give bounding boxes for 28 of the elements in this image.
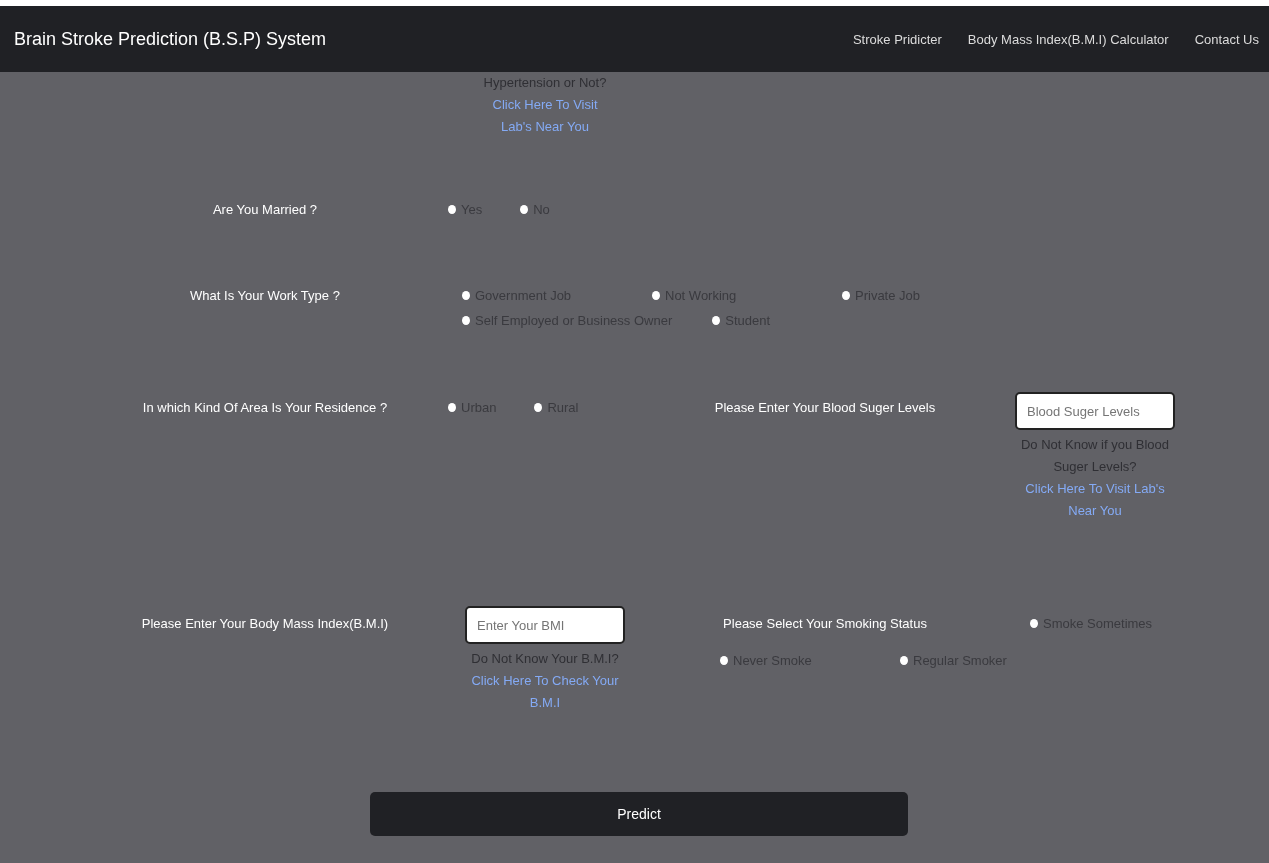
radio-icon[interactable] xyxy=(520,205,529,214)
radio-icon[interactable] xyxy=(842,291,850,300)
radio-icon[interactable] xyxy=(720,656,728,665)
radio-icon[interactable] xyxy=(900,656,908,665)
question-label: Please Enter Your Body Mass Index(B.M.I) xyxy=(140,616,390,631)
blood-sugar-field[interactable]: Blood Suger Levels xyxy=(1015,392,1175,430)
lab-link[interactable]: Click Here To Visit Lab's Near You xyxy=(1010,478,1180,522)
question-label: What Is Your Work Type ? xyxy=(189,288,341,303)
brand-title[interactable]: Brain Stroke Prediction (B.S.P) System xyxy=(14,28,327,50)
radio-icon[interactable] xyxy=(448,205,456,214)
bmi-link[interactable]: Click Here To Check Your B.M.I xyxy=(465,670,625,714)
nav-link[interactable]: Body Mass Index(B.M.I) Calculator xyxy=(967,31,1169,47)
radio-icon[interactable] xyxy=(448,403,456,412)
nav-link[interactable]: Stroke Pridicter xyxy=(852,31,942,47)
question-label: Are You Married ? xyxy=(211,202,319,217)
radio-icon[interactable] xyxy=(534,403,543,412)
radio-icon[interactable] xyxy=(712,316,721,325)
question-label: In which Kind Of Area Is Your Residence ? xyxy=(141,400,389,415)
radio-icon[interactable] xyxy=(652,291,660,300)
predict-button[interactable]: Predict xyxy=(370,792,908,836)
bmi-field[interactable]: Enter Your BMI xyxy=(465,606,625,644)
question-label: Please Select Your Smoking Status xyxy=(722,616,928,631)
question-label: Please Enter Your Blood Suger Levels xyxy=(713,400,937,415)
radio-icon[interactable] xyxy=(1030,619,1038,628)
lab-link[interactable]: Click Here To Visit Lab's Near You xyxy=(480,94,610,138)
radio-icon[interactable] xyxy=(462,291,470,300)
nav-link[interactable]: Contact Us xyxy=(1194,31,1259,47)
radio-icon[interactable] xyxy=(462,316,470,325)
